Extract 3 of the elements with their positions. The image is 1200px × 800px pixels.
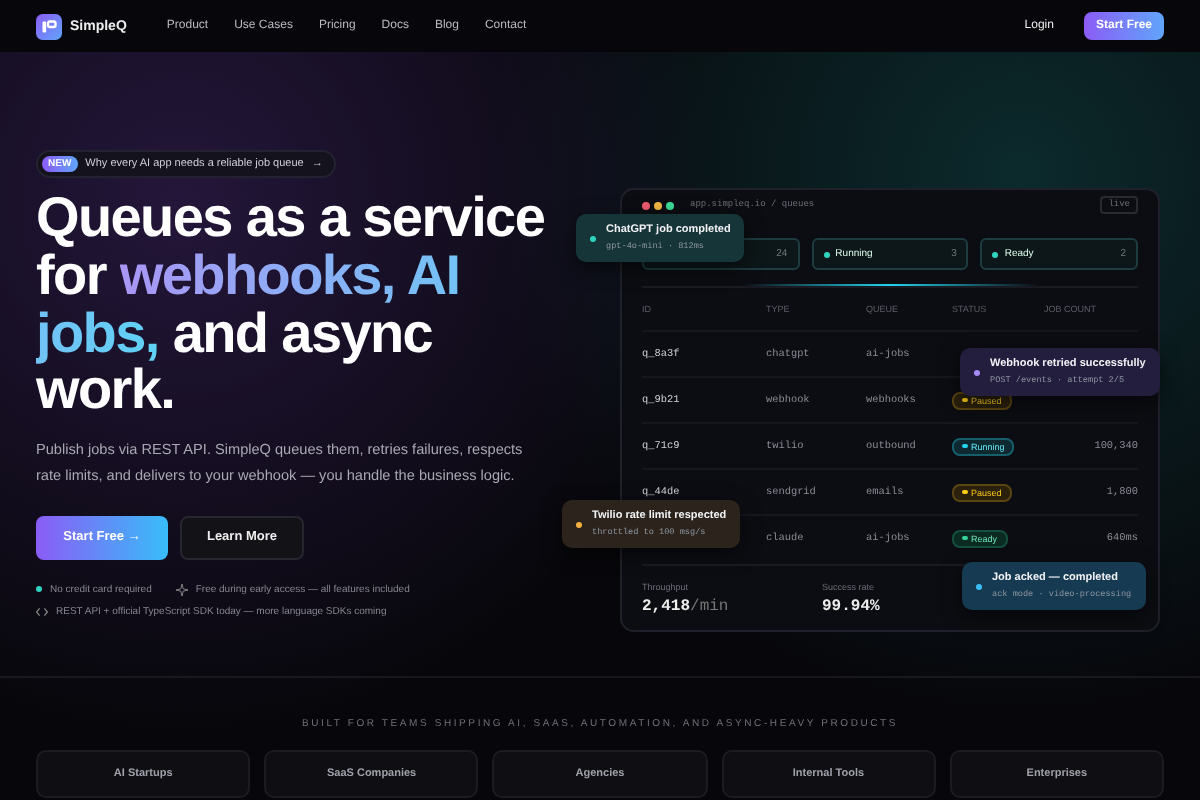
metric-value: 99.94% <box>822 598 882 616</box>
headline: Queues as a service for webhooks, AI jobs, and async work. <box>36 190 547 421</box>
metric-value: 2,418/min <box>642 598 731 616</box>
